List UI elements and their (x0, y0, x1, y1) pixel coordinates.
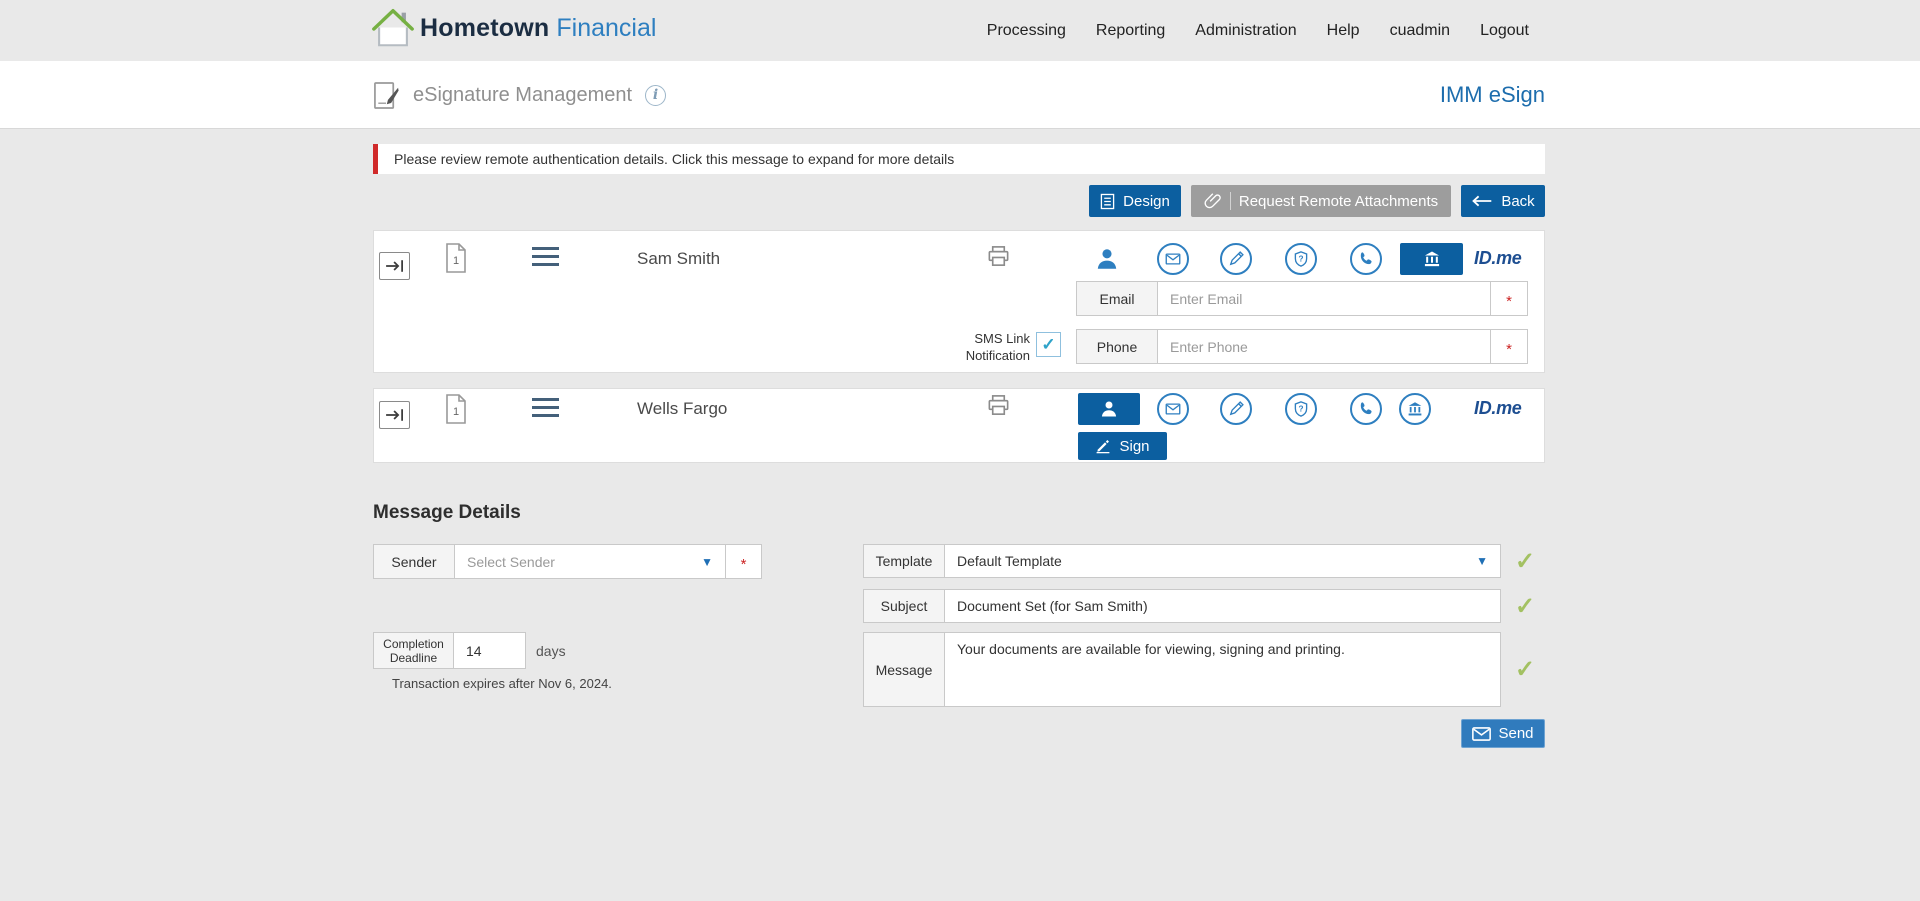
subject-valid-check-icon: ✓ (1514, 592, 1536, 620)
signing-order-icon[interactable] (379, 252, 410, 280)
phone-required-indicator: * (1490, 329, 1528, 364)
required-asterisk: * (1506, 293, 1512, 310)
remote-institution-icon-selected[interactable] (1400, 243, 1463, 275)
template-select[interactable]: Default Template ▼ (944, 544, 1501, 578)
sign-pen-icon (1097, 440, 1110, 454)
phone-label: Phone (1076, 329, 1158, 364)
idme-icon[interactable]: ID.me (1474, 248, 1522, 269)
drag-handle-icon[interactable] (532, 398, 559, 417)
paperclip-icon (1204, 192, 1231, 210)
sender-required-indicator: * (725, 544, 762, 579)
email-required-indicator: * (1490, 281, 1528, 316)
design-button[interactable]: Design (1089, 185, 1181, 217)
back-button[interactable]: Back (1461, 185, 1545, 217)
message-textarea[interactable]: Your documents are available for viewing… (944, 632, 1501, 707)
sign-button[interactable]: Sign (1078, 432, 1167, 460)
page-header: eSignature Management i IMM eSign (0, 61, 1920, 129)
info-icon[interactable]: i (645, 84, 667, 106)
expiration-note: Transaction expires after Nov 6, 2024. (392, 676, 612, 691)
sms-link-checkbox[interactable]: ✓ (1036, 332, 1061, 357)
in-person-signer-icon[interactable] (1091, 243, 1123, 275)
nav-item-help[interactable]: Help (1327, 22, 1360, 40)
esign-document-icon (374, 81, 399, 109)
sender-select[interactable]: Select Sender ▼ (454, 544, 726, 579)
signer-row-sam-smith: 1 Sam Smith ? ID.me Email * SMS Link Not… (373, 230, 1545, 373)
svg-text:?: ? (1298, 405, 1303, 414)
nav-item-reporting[interactable]: Reporting (1096, 22, 1165, 40)
esign-pen-icon[interactable] (1220, 243, 1252, 275)
phone-auth-icon[interactable] (1350, 393, 1382, 425)
email-auth-icon[interactable] (1157, 393, 1189, 425)
logo-text-main: Hometown (420, 14, 550, 42)
email-input[interactable] (1157, 281, 1491, 316)
signer-name: Sam Smith (637, 249, 721, 268)
caret-down-icon: ▼ (1476, 554, 1488, 568)
caret-down-icon: ▼ (701, 554, 713, 569)
template-selected-value: Default Template (957, 553, 1062, 569)
completion-deadline-input[interactable] (453, 632, 526, 669)
subject-input[interactable] (944, 589, 1501, 623)
phone-input[interactable] (1157, 329, 1491, 364)
sms-link-notification-label: SMS Link Notification (965, 331, 1030, 363)
top-nav-bar: Hometown Financial Processing Reporting … (0, 0, 1920, 61)
esign-pen-icon[interactable] (1220, 393, 1252, 425)
print-icon[interactable] (986, 244, 1011, 274)
message-label: Message (863, 632, 945, 707)
back-arrow-icon (1472, 195, 1492, 207)
send-envelope-icon (1472, 726, 1492, 741)
phone-auth-icon[interactable] (1350, 243, 1382, 275)
alert-text: Please review remote authentication deta… (394, 151, 955, 167)
document-count-icon: 1 (446, 243, 466, 273)
house-logo-icon (372, 9, 414, 47)
logo-text-sub: Financial (556, 14, 657, 42)
nav-item-cuadmin[interactable]: cuadmin (1390, 22, 1450, 40)
drag-handle-icon[interactable] (532, 247, 559, 266)
nav-item-processing[interactable]: Processing (987, 22, 1066, 40)
print-icon[interactable] (986, 393, 1011, 423)
template-label: Template (863, 544, 945, 578)
sender-label: Sender (373, 544, 455, 579)
toolbar: Design Request Remote Attachments Back (373, 185, 1545, 217)
sender-selected-value: Select Sender (467, 553, 555, 570)
signing-order-icon[interactable] (379, 401, 410, 429)
email-label: Email (1076, 281, 1158, 316)
remote-auth-alert[interactable]: Please review remote authentication deta… (373, 144, 1545, 174)
idme-icon[interactable]: ID.me (1474, 398, 1522, 419)
document-count-icon: 1 (446, 394, 466, 424)
nav-item-logout[interactable]: Logout (1480, 22, 1529, 40)
request-remote-attachments-button[interactable]: Request Remote Attachments (1191, 185, 1451, 217)
signer-row-wells-fargo: 1 Wells Fargo ? ID.me Sign (373, 388, 1545, 463)
in-person-signer-icon-selected[interactable] (1078, 393, 1140, 425)
design-doc-icon (1100, 193, 1115, 209)
required-asterisk: * (740, 556, 747, 573)
remote-institution-icon[interactable] (1399, 393, 1431, 425)
page: { "topnav": { "logo_main": "Hometown", "… (0, 0, 1920, 901)
svg-text:?: ? (1298, 255, 1303, 264)
nav-item-administration[interactable]: Administration (1195, 22, 1296, 40)
top-nav-menu: Processing Reporting Administration Help… (987, 0, 1529, 61)
security-question-icon[interactable]: ? (1285, 393, 1317, 425)
send-button[interactable]: Send (1461, 719, 1545, 748)
message-details-heading: Message Details (373, 502, 521, 523)
security-question-icon[interactable]: ? (1285, 243, 1317, 275)
signer-name: Wells Fargo (637, 399, 728, 418)
email-auth-icon[interactable] (1157, 243, 1189, 275)
template-valid-check-icon: ✓ (1514, 547, 1536, 575)
message-valid-check-icon: ✓ (1514, 656, 1536, 683)
logo[interactable]: Hometown Financial (370, 5, 656, 51)
completion-unit-label: days (536, 642, 566, 659)
subject-label: Subject (863, 589, 945, 623)
svg-text:1: 1 (453, 406, 459, 418)
svg-text:1: 1 (453, 255, 459, 267)
required-asterisk: * (1506, 341, 1512, 358)
checkbox-check-icon: ✓ (1041, 335, 1056, 354)
product-brand: IMM eSign (1439, 82, 1545, 107)
completion-deadline-label: Completion Deadline (373, 632, 454, 669)
page-title: eSignature Management (413, 83, 633, 106)
